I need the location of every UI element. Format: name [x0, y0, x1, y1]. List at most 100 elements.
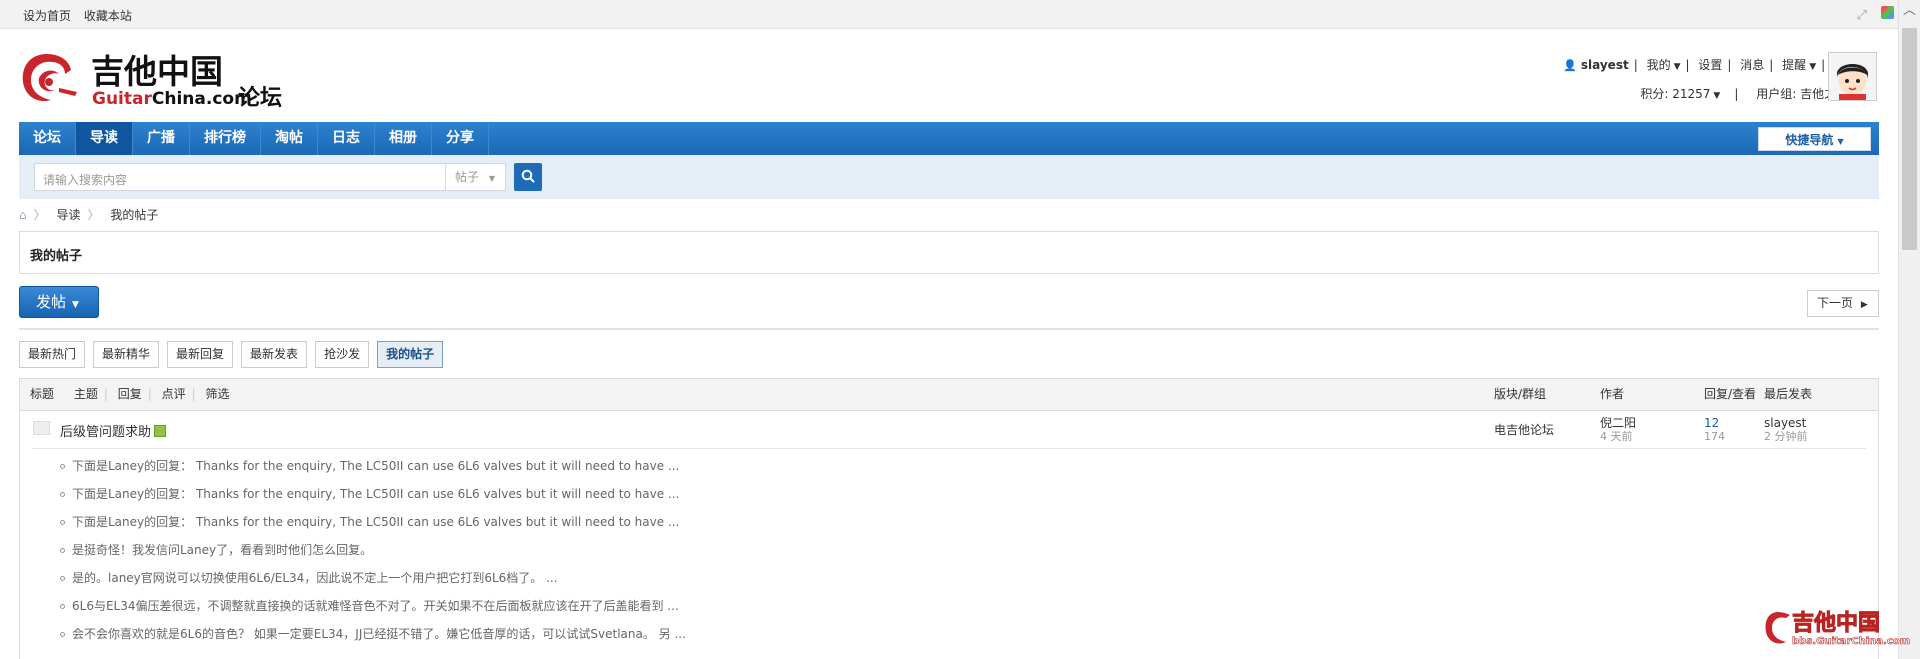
- username-link[interactable]: slayest: [1581, 58, 1629, 72]
- nav-forum[interactable]: 论坛: [19, 122, 76, 155]
- thread-last-user[interactable]: slayest: [1764, 417, 1808, 430]
- remind-menu[interactable]: 提醒: [1782, 58, 1806, 72]
- guitar-logo-icon: [22, 54, 77, 102]
- search-type-select[interactable]: 帖子 ▼: [445, 164, 505, 190]
- new-post-label: 发帖: [36, 293, 67, 311]
- reply-text: 是的。laney官网说可以切换使用6L6/EL34，因此说不定上一个用户把它打到…: [72, 571, 558, 585]
- search-type-label: 帖子: [455, 170, 480, 184]
- filter-reply[interactable]: 回复: [118, 387, 142, 401]
- list-item[interactable]: 下面是Laney的回复： Thanks for the enquiry, The…: [60, 513, 679, 530]
- tab-new-thread[interactable]: 最新发表: [241, 341, 308, 368]
- messages-link[interactable]: 消息: [1740, 58, 1764, 72]
- search-bar: 请输入搜索内容 帖子 ▼: [19, 155, 1879, 199]
- fullscreen-icon[interactable]: ⤢: [1854, 8, 1869, 23]
- reply-text: 下面是Laney的回复： Thanks for the enquiry, The…: [72, 515, 680, 529]
- next-page-button[interactable]: 下一页 ▶: [1807, 290, 1879, 317]
- list-item[interactable]: 6L6与EL34偏压差很远，不调整就直接换的话就难怪音色不对了。开关如果不在后面…: [60, 597, 679, 614]
- attachment-image-icon: [154, 425, 167, 437]
- col-board: 版块/群组: [1494, 387, 1547, 401]
- watermark-url: bbs.GuitarChina.com: [1792, 636, 1910, 647]
- reply-text: 是挺奇怪！我发信问Laney了，看看到时他们怎么回复。: [72, 543, 373, 557]
- reply-text: 下面是Laney的回复： Thanks for the enquiry, The…: [72, 459, 680, 473]
- reply-text: 下面是Laney的回复： Thanks for the enquiry, The…: [72, 487, 680, 501]
- filter-topic[interactable]: 主题: [74, 387, 98, 401]
- filter-select[interactable]: 筛选: [206, 387, 230, 401]
- nav-blog[interactable]: 日志: [318, 122, 375, 155]
- search-button[interactable]: [514, 163, 542, 191]
- tab-hot[interactable]: 最新热门: [19, 341, 86, 368]
- filter-tabs: 最新热门 最新精华 最新回复 最新发表 抢沙发 我的帖子: [19, 341, 451, 368]
- thread-table: 标题 主题 | 回复 | 点评 | 筛选 版块/群组 作者 回复/查看 最后发表 后级…: [19, 378, 1879, 659]
- table-header: 标题 主题 | 回复 | 点评 | 筛选 版块/群组 作者 回复/查看 最后发表: [20, 379, 1878, 411]
- nav-album[interactable]: 相册: [375, 122, 432, 155]
- thread-board[interactable]: 电吉他论坛: [1494, 424, 1554, 437]
- col-title: 标题: [30, 387, 55, 401]
- breadcrumb-guide[interactable]: 导读: [56, 208, 80, 222]
- watermark-cn: 吉他中国: [1792, 610, 1880, 636]
- bullet-icon: [60, 548, 65, 553]
- thread-last-time: 2 分钟前: [1764, 430, 1808, 443]
- bullet-icon: [60, 520, 65, 525]
- next-page-label: 下一页: [1817, 296, 1854, 310]
- set-homepage-link[interactable]: 设为首页: [23, 9, 71, 23]
- my-menu[interactable]: 我的: [1647, 58, 1671, 72]
- search-icon: [521, 169, 535, 183]
- user-panel: 👤 slayest| 我的▼| 设置| 消息| 提醒▼| 退出 积分: 2125…: [1563, 52, 1858, 110]
- thread-views: 174: [1704, 430, 1725, 443]
- list-item[interactable]: 下面是Laney的回复： Thanks for the enquiry, The…: [60, 457, 679, 474]
- chevron-down-icon: ▼: [488, 174, 495, 183]
- bullet-icon: [60, 576, 65, 581]
- nav-ranking[interactable]: 排行榜: [190, 122, 261, 155]
- points-menu[interactable]: 积分: 21257: [1640, 87, 1710, 101]
- chevron-down-icon: ▼: [1837, 137, 1844, 146]
- thread-author-time: 4 天前: [1600, 430, 1633, 443]
- thread-author[interactable]: 倪二阳: [1600, 417, 1636, 430]
- main-nav: 论坛 导读 广播 排行榜 淘帖 日志 相册 分享 快捷导航 ▼: [19, 122, 1879, 155]
- list-item[interactable]: 下面是Laney的回复： Thanks for the enquiry, The…: [60, 485, 679, 502]
- logo-en-text: GuitarChina.com: [92, 89, 252, 109]
- watermark-guitar-icon: [1765, 612, 1790, 644]
- logo-en-part-1: Guitar: [92, 89, 152, 109]
- tab-digest[interactable]: 最新精华: [93, 341, 160, 368]
- scroll-up-arrow-icon[interactable]: ︿: [1899, 0, 1920, 22]
- bookmark-site-link[interactable]: 收藏本站: [84, 9, 132, 23]
- folder-icon: [33, 421, 50, 435]
- quick-nav-button[interactable]: 快捷导航 ▼: [1758, 127, 1871, 151]
- filter-comment[interactable]: 点评: [162, 387, 186, 401]
- search-input[interactable]: 请输入搜索内容 帖子 ▼: [34, 163, 506, 191]
- vertical-scrollbar[interactable]: ︿: [1898, 0, 1920, 659]
- thread-replies[interactable]: 12: [1704, 417, 1725, 430]
- site-logo[interactable]: 吉他中国 GuitarChina.com 论坛: [19, 48, 289, 110]
- list-item[interactable]: 是挺奇怪！我发信问Laney了，看看到时他们怎么回复。: [60, 541, 372, 558]
- style-switch-icon[interactable]: [1881, 6, 1894, 19]
- col-last-post: 最后发表: [1764, 387, 1813, 401]
- settings-link[interactable]: 设置: [1698, 58, 1722, 72]
- nav-guide[interactable]: 导读: [76, 122, 133, 155]
- user-icon: 👤: [1563, 59, 1578, 72]
- page-title: 我的帖子: [30, 249, 83, 264]
- scrollbar-thumb[interactable]: [1902, 28, 1917, 250]
- list-item[interactable]: 会不会你喜欢的就是6L6的音色？ 如果一定要EL34，JJ已经挺不错了。嫌它低音…: [60, 625, 686, 642]
- logo-en-part-2: China: [152, 89, 206, 109]
- row-divider: [32, 448, 1866, 449]
- tab-sofa[interactable]: 抢沙发: [315, 341, 370, 368]
- thread-title[interactable]: 后级管问题求助: [60, 425, 151, 440]
- col-author: 作者: [1600, 387, 1625, 401]
- list-item[interactable]: 是的。laney官网说可以切换使用6L6/EL34，因此说不定上一个用户把它打到…: [60, 569, 558, 586]
- new-post-button[interactable]: 发帖 ▼: [19, 286, 99, 318]
- bullet-icon: [60, 464, 65, 469]
- bullet-icon: [60, 632, 65, 637]
- nav-collection[interactable]: 淘帖: [261, 122, 318, 155]
- reply-text: 6L6与EL34偏压差很远，不调整就直接换的话就难怪音色不对了。开关如果不在后面…: [72, 599, 679, 613]
- logo-forum-text: 论坛: [238, 85, 282, 110]
- watermark: 吉他中国 bbs.GuitarChina.com: [1764, 606, 1914, 654]
- nav-broadcast[interactable]: 广播: [133, 122, 190, 155]
- home-icon[interactable]: ⌂: [19, 208, 27, 222]
- avatar[interactable]: [1828, 52, 1877, 101]
- table-row[interactable]: 后级管问题求助 电吉他论坛 倪二阳 4 天前 12 174 slayest 2 …: [20, 412, 1878, 448]
- breadcrumb: ⌂ 〉 导读〉 我的帖子: [19, 208, 159, 222]
- search-placeholder: 请输入搜索内容: [43, 173, 128, 187]
- tab-new-reply[interactable]: 最新回复: [167, 341, 234, 368]
- nav-share[interactable]: 分享: [432, 122, 489, 155]
- tab-my-threads[interactable]: 我的帖子: [377, 341, 444, 368]
